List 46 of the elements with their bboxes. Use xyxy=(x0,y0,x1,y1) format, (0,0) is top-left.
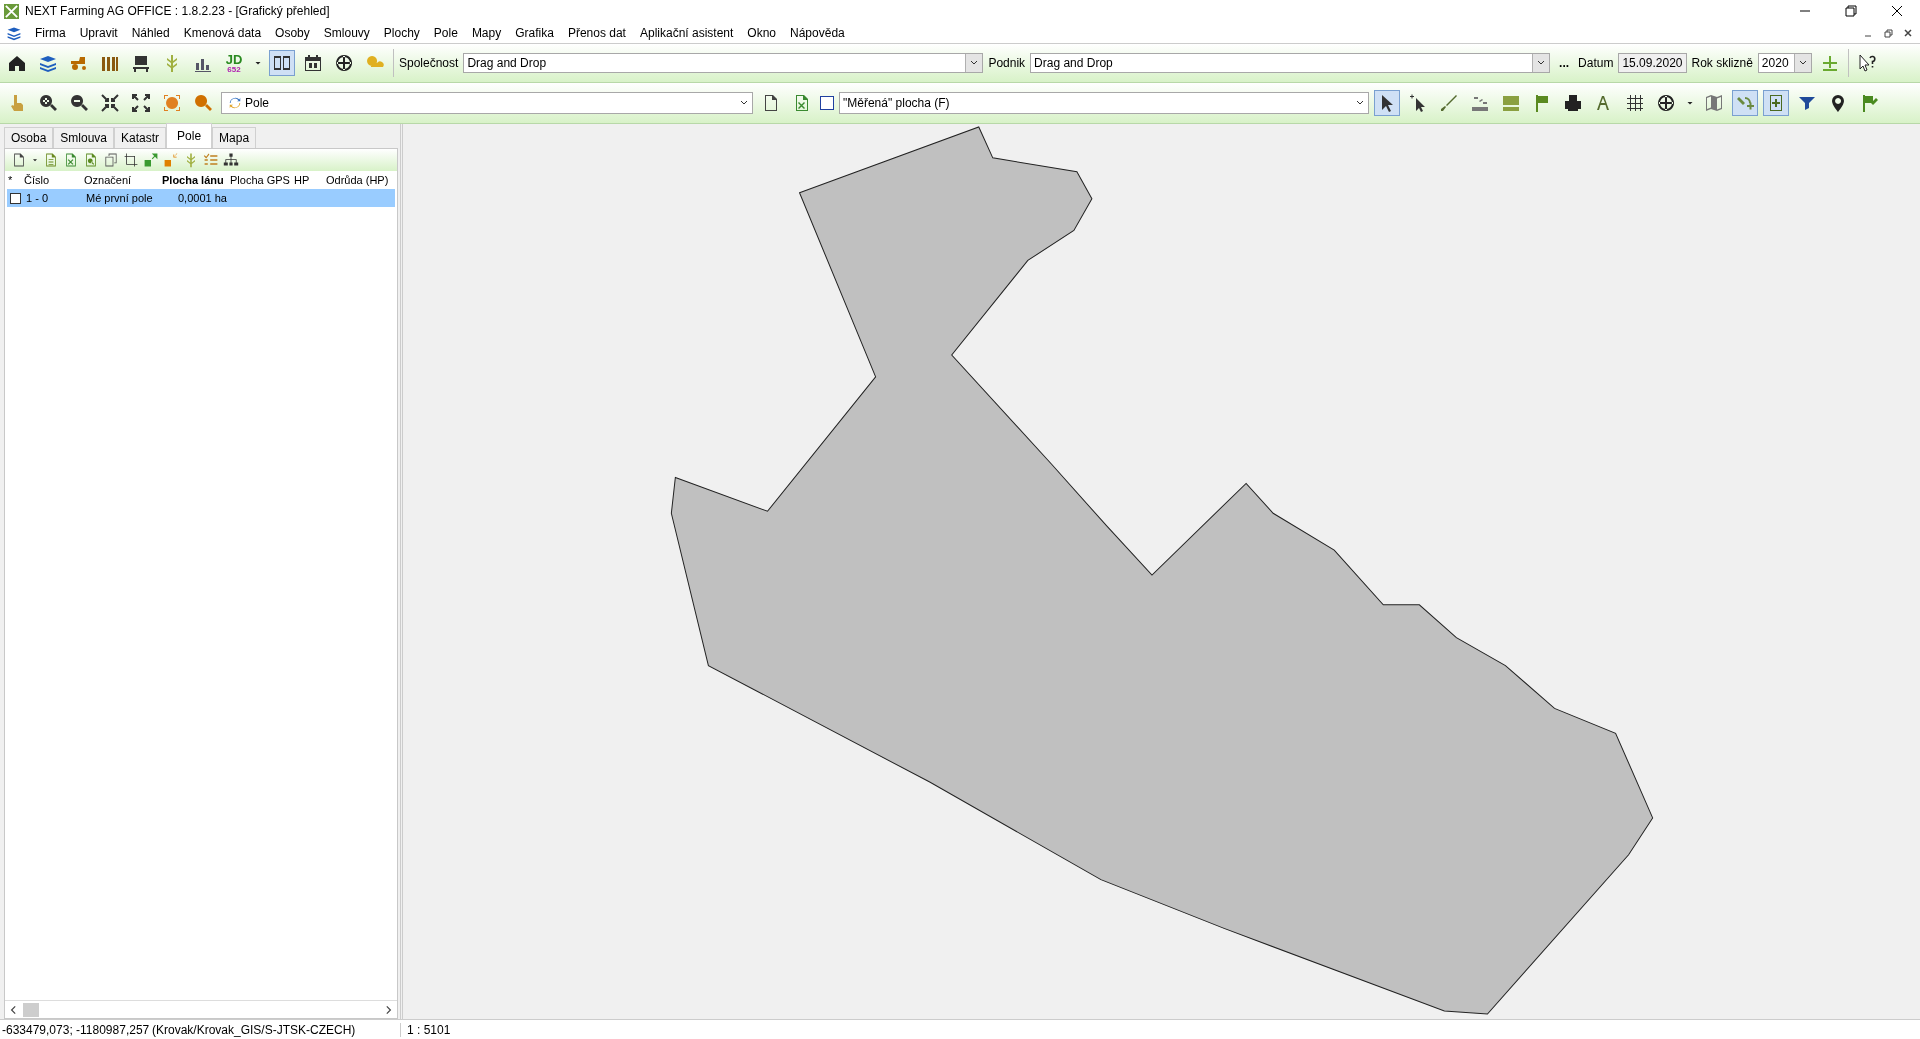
sidebar-tab[interactable]: Katastr xyxy=(114,127,167,148)
menu-item[interactable]: Grafika xyxy=(508,25,561,40)
menu-item[interactable]: Smlouvy xyxy=(316,25,377,40)
table-row[interactable]: 1 - 0 Mé první pole 0,0001 ha xyxy=(7,189,395,207)
column-header[interactable]: Odrůda (HP) xyxy=(326,174,390,186)
menu-item[interactable]: Plochy xyxy=(376,25,427,40)
layer-dropdown[interactable]: Pole xyxy=(221,92,753,114)
more-button[interactable]: ... xyxy=(1555,56,1574,70)
menu-item[interactable]: Upravit xyxy=(72,25,125,40)
menu-item[interactable]: Kmenová data xyxy=(176,25,269,40)
column-header[interactable]: Plocha GPS xyxy=(230,174,294,186)
date-field[interactable]: 15.09.2020 xyxy=(1618,53,1687,73)
sidebar-tab[interactable]: Mapa xyxy=(212,127,257,148)
area-type-dropdown[interactable]: "Měřená" plocha (F) xyxy=(839,92,1369,114)
jd-logo-button[interactable]: JD 652 xyxy=(221,50,247,76)
projection-text: (Krovak/Krovak_GIS/S-JTSK-CZECH) xyxy=(152,1022,357,1037)
table-cell-text: 0,0001 ha xyxy=(177,192,228,204)
menu-item[interactable]: Přenos dat xyxy=(560,25,633,40)
menu-item[interactable]: Nápověda xyxy=(783,25,852,40)
window-title: NEXT Farming AG OFFICE : 1.8.2.23 - [Grafický přehled] xyxy=(25,4,330,18)
sidebar-tab[interactable]: Smlouva xyxy=(53,127,115,148)
column-header[interactable]: HP xyxy=(294,174,326,186)
sidebar-tab[interactable]: Osoba xyxy=(4,127,54,148)
column-header[interactable]: Plocha lánu xyxy=(162,174,230,186)
company-label: Společnost xyxy=(399,56,459,70)
map-scale-text: 1 : 5101 xyxy=(400,1022,487,1037)
table-cell-text: 1 - 0 xyxy=(26,192,49,204)
menu-item[interactable]: Pole xyxy=(426,25,465,40)
menu-item[interactable]: Firma xyxy=(28,25,73,40)
company-dropdown[interactable]: Drag and Drop xyxy=(463,53,984,73)
harvest-year-label: Rok sklizně xyxy=(1691,56,1753,70)
farm-label: Podnik xyxy=(988,56,1026,70)
menu-item[interactable]: Okno xyxy=(740,25,784,40)
table-cell-text: Mé první pole xyxy=(86,192,154,204)
menu-item[interactable]: Osoby xyxy=(268,25,317,40)
column-header[interactable]: Číslo xyxy=(24,174,84,186)
column-header[interactable]: * xyxy=(5,174,24,186)
sidebar-tab[interactable]: Pole xyxy=(166,123,213,148)
menu-item[interactable]: Aplikační asistent xyxy=(632,25,741,40)
menu-item[interactable]: Mapy xyxy=(464,25,509,40)
column-header[interactable]: Označení xyxy=(84,174,162,186)
menu-item[interactable]: Náhled xyxy=(124,25,177,40)
date-label: Datum xyxy=(1578,56,1614,70)
coordinates-text: -633479,073; -1180987,257 xyxy=(1,1022,151,1037)
harvest-year-dropdown[interactable]: 2020 xyxy=(1757,53,1812,73)
farm-dropdown[interactable]: Drag and Drop xyxy=(1030,53,1551,73)
